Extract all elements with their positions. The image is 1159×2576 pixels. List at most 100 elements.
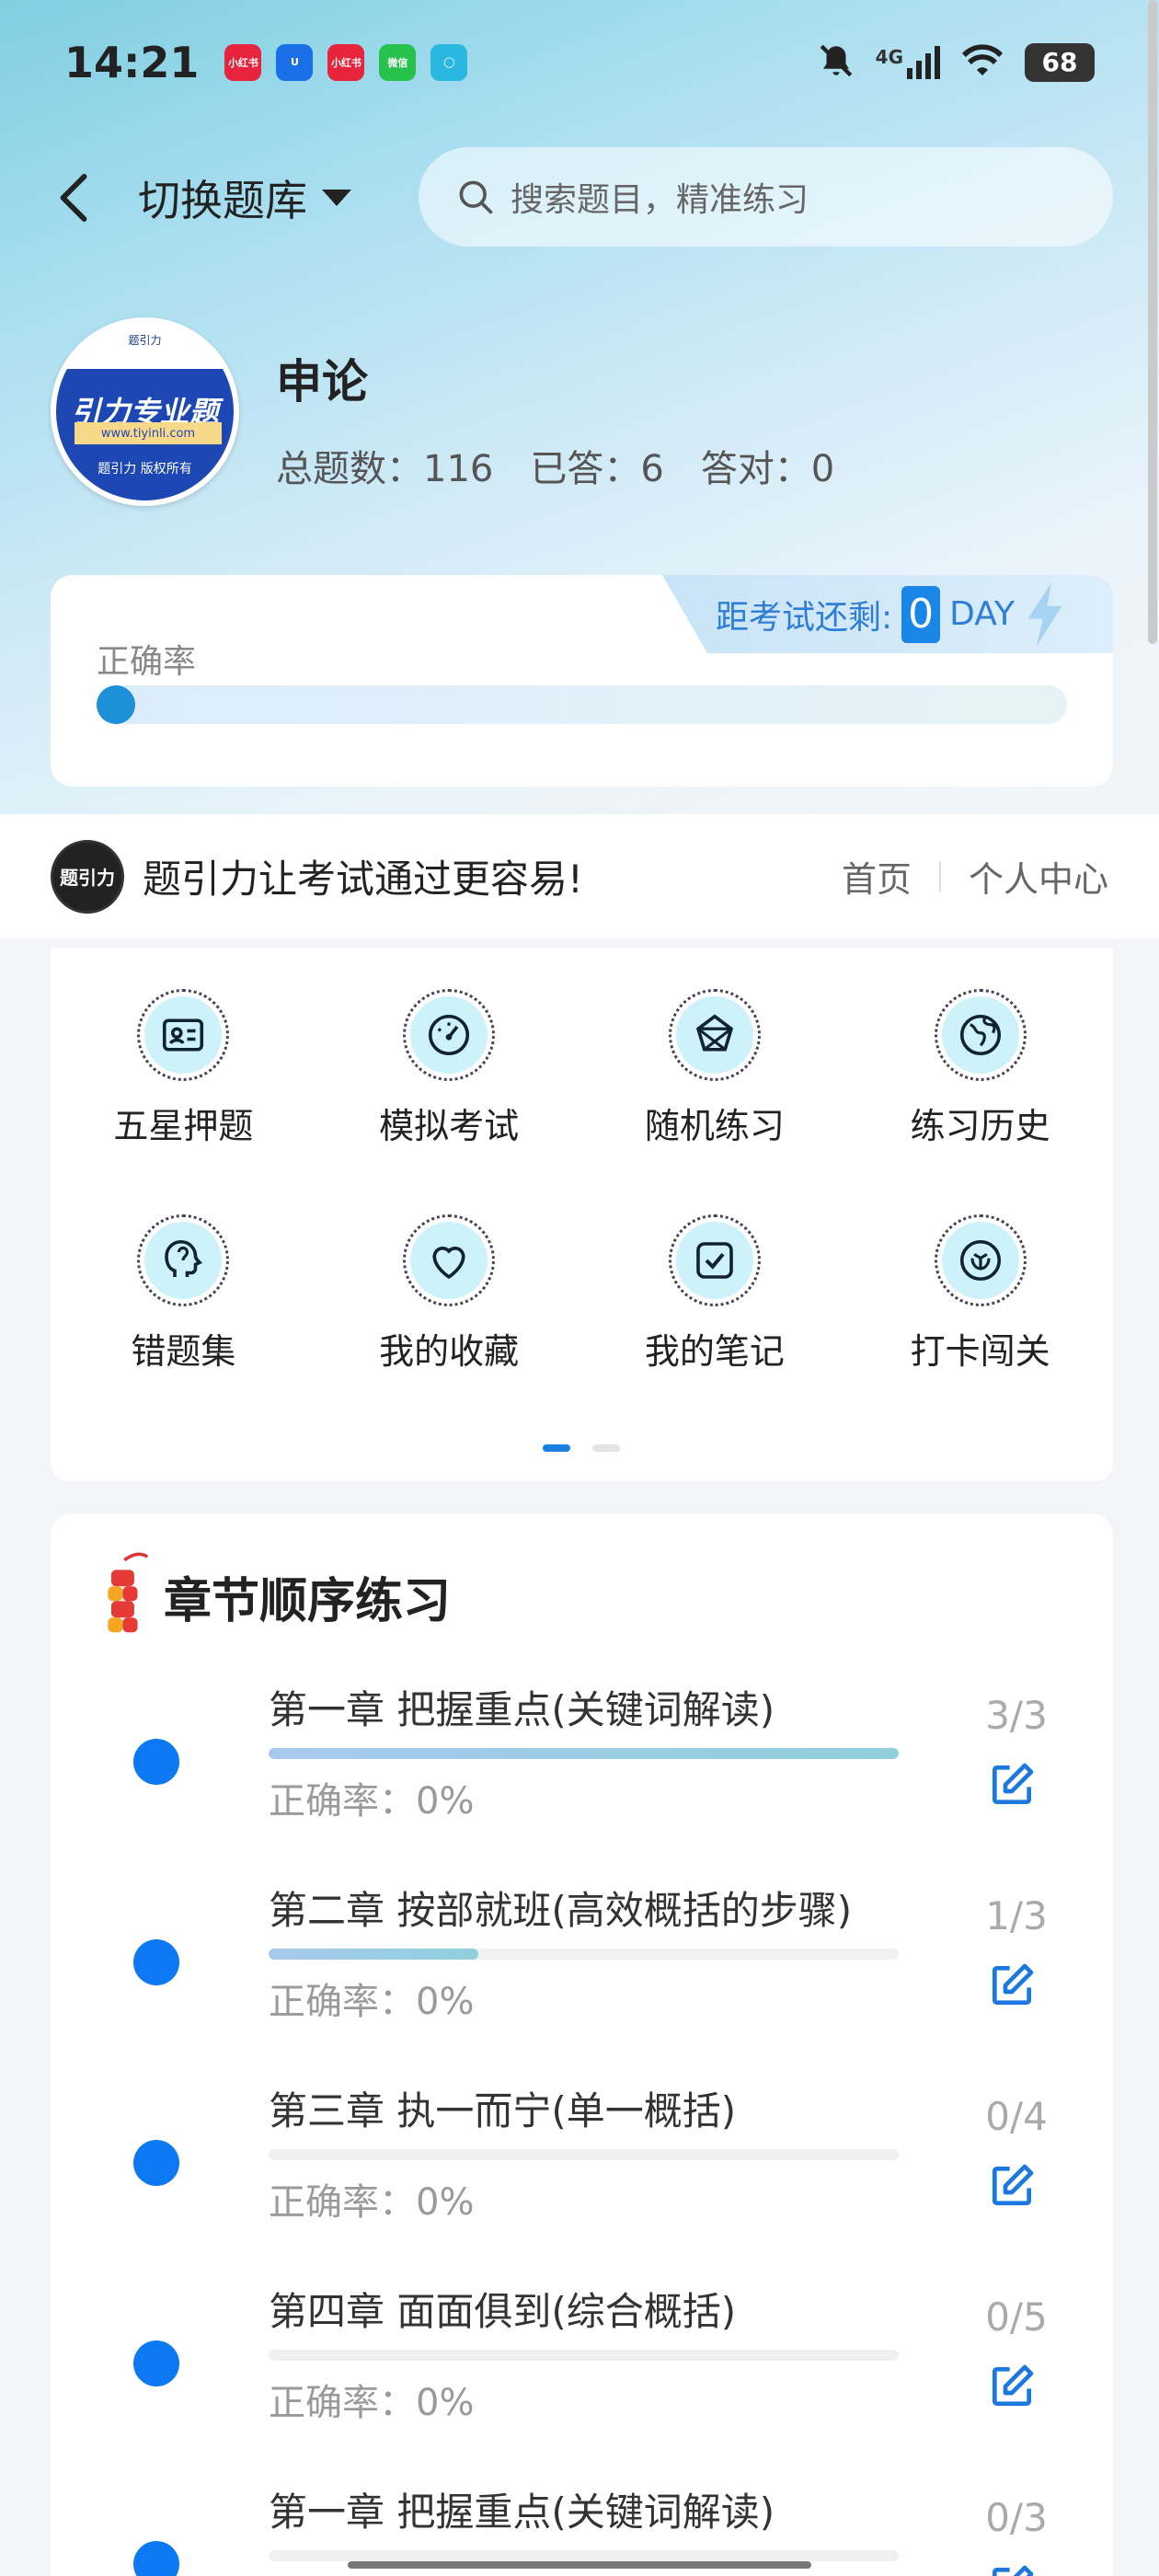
status-time: 14:21 <box>64 37 200 87</box>
chapter-accuracy: 正确率：0% <box>269 1780 475 1823</box>
menu-item[interactable]: 我的收藏 <box>316 1214 582 1374</box>
menu-item-label: 模拟考试 <box>379 1106 520 1146</box>
firecracker-icon <box>108 1552 149 1633</box>
chapter-name: 第二章 按部就班(高效概括的步骤) <box>269 1888 853 1933</box>
chapter-row[interactable]: 第二章 按部就班(高效概括的步骤) 正确率：0% 1/3 <box>51 1880 1113 2064</box>
slogan-bar: 题引力 题引力让考试通过更容易! 首页 个人中心 <box>0 814 1159 938</box>
chapter-count: 3/3 <box>985 1693 1048 1738</box>
menu-item[interactable]: 错题集 <box>51 1214 316 1374</box>
signal-icon: 4G <box>876 45 940 79</box>
status-bar: 14:21 小红书 U 小红书 微信 ◯ 4G 68 <box>0 0 1159 124</box>
menu-item[interactable]: 五星押题 <box>51 989 316 1148</box>
chapter-count: 0/4 <box>985 2094 1048 2139</box>
chapter-status-dot <box>133 1939 179 1985</box>
head-icon <box>137 1214 230 1306</box>
nav-divider <box>938 860 941 892</box>
exam-countdown-label: 距考试还剩: <box>716 598 893 637</box>
chapter-name: 第一章 把握重点(关键词解读) <box>269 2490 775 2535</box>
accuracy-card: 距考试还剩: 0 DAY 正确率 <box>51 575 1113 787</box>
exam-countdown-badge: 距考试还剩: 0 DAY <box>662 575 1113 653</box>
logo-url: www.tiyinli.com <box>75 422 222 444</box>
chapter-row[interactable]: 第三章 执一而宁(单一概括) 正确率：0% 0/4 <box>51 2080 1113 2264</box>
edit-icon[interactable] <box>980 1953 1044 2018</box>
chapter-progress-fill <box>269 1949 479 1960</box>
menu-item[interactable]: 打卡闯关 <box>847 1214 1113 1374</box>
switch-bank-label: 切换题库 <box>138 176 307 225</box>
chapter-progress-bar <box>269 2550 899 2561</box>
search-input[interactable]: 搜索题目，精准练习 <box>419 147 1113 247</box>
wifi-icon <box>960 41 1004 84</box>
subject-logo: 题引力 引力专业题 www.tiyinli.com 题引力 版权所有 <box>51 317 239 506</box>
notification-icon: U <box>276 43 314 81</box>
chapter-practice-card: 章节顺序练习 第一章 把握重点(关键词解读) 正确率：0% 3/3 第二章 按部就班(… <box>51 1513 1113 2576</box>
menu-item[interactable]: 我的笔记 <box>582 1214 848 1374</box>
notification-icon: 小红书 <box>327 43 365 81</box>
chapter-section-title: 章节顺序练习 <box>164 1573 452 1629</box>
chapter-status-dot <box>133 1739 179 1785</box>
menu-pager <box>543 1444 620 1452</box>
menu-item-label: 我的收藏 <box>379 1331 520 1372</box>
feature-grid: 五星押题 模拟考试 随机练习 练习历史错题集 我的收藏 我的笔记 打卡闯关 <box>51 989 1113 1374</box>
chapter-count: 1/3 <box>985 1893 1048 1938</box>
chapter-accuracy: 正确率：0% <box>269 1981 475 2023</box>
shuffle-icon <box>668 989 761 1081</box>
accuracy-bar-indicator <box>97 685 135 724</box>
chapter-progress-fill <box>269 1748 899 1759</box>
search-placeholder: 搜索题目，精准练习 <box>511 181 809 219</box>
chapter-name: 第一章 把握重点(关键词解读) <box>269 1687 775 1732</box>
home-indicator[interactable] <box>348 2561 811 2569</box>
battery-indicator: 68 <box>1025 42 1095 82</box>
chapter-name: 第四章 面面俱到(综合概括) <box>269 2289 737 2334</box>
back-button[interactable] <box>55 170 92 225</box>
switch-bank-button[interactable]: 切换题库 <box>138 167 351 228</box>
chapter-progress-bar <box>269 2149 899 2160</box>
pager-dot[interactable] <box>543 1444 570 1452</box>
subject-title: 申论 <box>276 355 368 408</box>
chapter-name: 第三章 执一而宁(单一概括) <box>269 2088 737 2133</box>
chapter-row[interactable]: 第一章 把握重点(关键词解读) 正确率：0% 3/3 <box>51 1679 1113 1863</box>
chapter-progress-bar <box>269 1748 899 1759</box>
menu-item-label: 五星押题 <box>113 1106 254 1146</box>
pager-dot[interactable] <box>592 1444 620 1452</box>
slogan-nav: 首页 个人中心 <box>842 851 1108 902</box>
correct-count: 答对：0 <box>700 448 835 490</box>
mute-icon <box>817 41 855 84</box>
speedometer-icon <box>403 989 496 1081</box>
badge-icon <box>934 1214 1027 1306</box>
subject-profile: 题引力 引力专业题 www.tiyinli.com 题引力 版权所有 申论 总题… <box>51 317 1108 511</box>
chapter-accuracy: 正确率：0% <box>269 2382 475 2424</box>
notification-icon: 小红书 <box>224 43 262 81</box>
edit-icon[interactable] <box>980 2555 1044 2576</box>
nav-home-link[interactable]: 首页 <box>842 851 912 902</box>
chevron-left-icon <box>60 174 87 222</box>
notification-icons: 小红书 U 小红书 微信 ◯ <box>224 43 468 81</box>
top-bar: 切换题库 搜索题目，精准练习 <box>0 147 1159 248</box>
menu-item-label: 随机练习 <box>644 1106 785 1146</box>
edit-icon[interactable] <box>980 2154 1044 2218</box>
chapter-count: 0/5 <box>985 2294 1048 2340</box>
chapter-row[interactable]: 第四章 面面俱到(综合概括) 正确率：0% 0/5 <box>51 2281 1113 2465</box>
profile-info: 申论 总题数：116 已答：6 答对：0 <box>276 317 834 511</box>
question-stats: 总题数：116 已答：6 答对：0 <box>276 439 834 492</box>
chapter-count: 0/3 <box>985 2495 1048 2540</box>
lightning-icon <box>1027 582 1062 646</box>
note-check-icon <box>668 1214 761 1306</box>
chapter-progress-bar <box>269 1949 899 1960</box>
nav-personal-link[interactable]: 个人中心 <box>969 851 1108 902</box>
answered-count: 已答：6 <box>530 448 664 490</box>
notification-icon: ◯ <box>430 43 468 81</box>
edit-icon[interactable] <box>980 2354 1044 2419</box>
menu-item-label: 练习历史 <box>910 1106 1050 1146</box>
status-indicators: 4G 68 <box>817 41 1095 84</box>
heart-icon <box>403 1214 496 1306</box>
feature-menu: 五星押题 模拟考试 随机练习 练习历史错题集 我的收藏 我的笔记 打卡闯关 <box>51 948 1113 1481</box>
brand-logo: 题引力 <box>51 839 124 914</box>
menu-item-label: 错题集 <box>131 1331 236 1372</box>
id-card-icon <box>137 989 230 1081</box>
menu-item[interactable]: 模拟考试 <box>316 989 582 1148</box>
menu-item[interactable]: 练习历史 <box>847 989 1113 1148</box>
total-count: 总题数：116 <box>276 448 494 490</box>
accuracy-label: 正确率 <box>97 643 197 681</box>
menu-item[interactable]: 随机练习 <box>582 989 848 1148</box>
edit-icon[interactable] <box>980 1753 1044 1817</box>
